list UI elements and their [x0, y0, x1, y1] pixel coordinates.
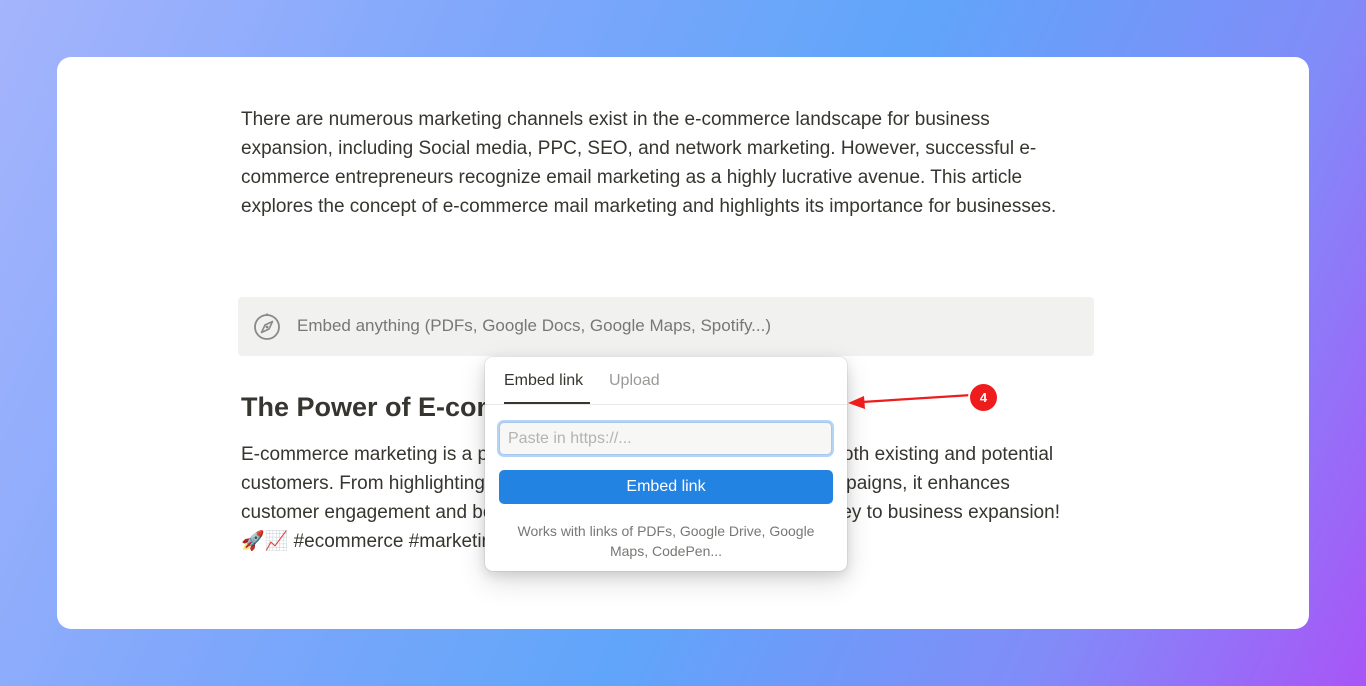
embed-link-button[interactable]: Embed link — [499, 470, 833, 504]
step-badge: 4 — [970, 384, 997, 411]
helper-text: Works with links of PDFs, Google Drive, … — [517, 523, 815, 559]
tab-upload[interactable]: Upload — [609, 372, 660, 390]
compass-icon — [254, 313, 280, 340]
embed-block[interactable]: Embed anything (PDFs, Google Docs, Googl… — [238, 297, 1094, 356]
active-tab-indicator — [504, 402, 590, 404]
intro-paragraph: There are numerous marketing channels ex… — [241, 109, 1057, 217]
tab-embed-link[interactable]: Embed link — [504, 372, 583, 390]
embed-url-input[interactable] — [499, 422, 832, 455]
embed-placeholder-text: Embed anything (PDFs, Google Docs, Googl… — [297, 316, 772, 335]
popover-tabs: Embed link Upload — [485, 357, 847, 405]
embed-popover: Embed link Upload Embed link Works with … — [485, 357, 847, 571]
